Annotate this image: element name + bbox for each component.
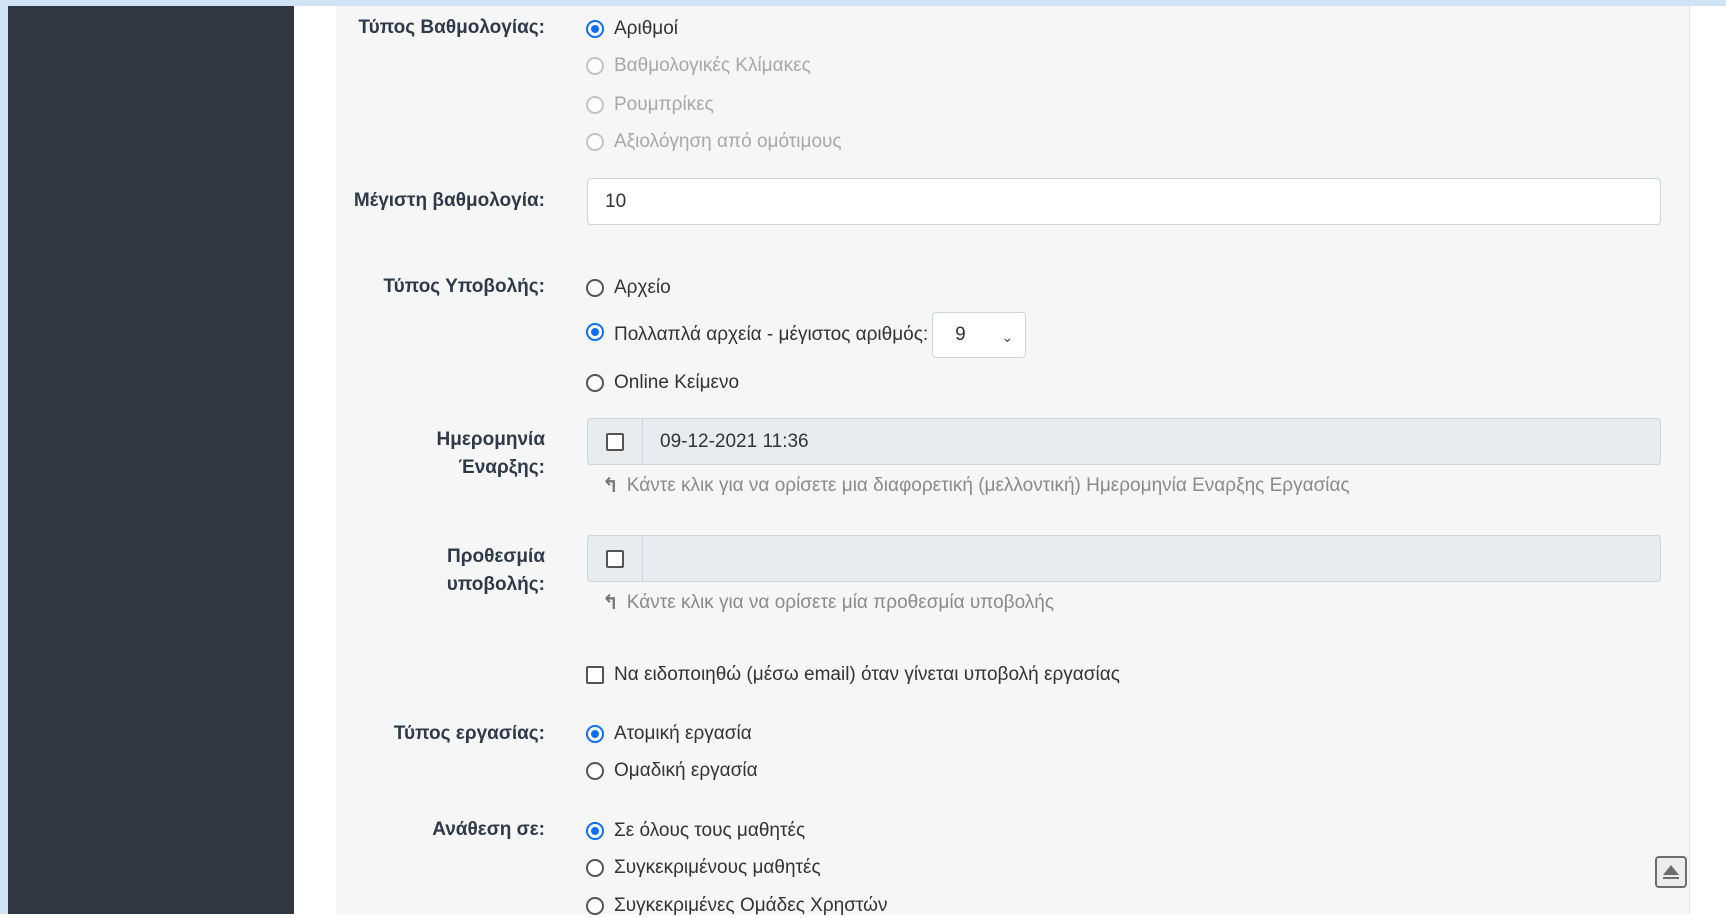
option-label: Συγκεκριμένους μαθητές [614,857,821,878]
assignment-option-individual[interactable]: Ατομική εργασία [586,722,752,746]
scroll-top-button[interactable] [1655,856,1687,888]
option-label: Ομαδική εργασία [614,760,758,781]
radio-icon[interactable] [586,897,604,915]
assign-option-all-students[interactable]: Σε όλους τους μαθητές [586,819,805,843]
deadline-hint: ↰ Κάντε κλικ για να ορίσετε μία προθεσμί… [602,590,1054,615]
submission-option-file[interactable]: Αρχείο [586,276,671,300]
sidebar [8,6,294,914]
grading-option-numbers[interactable]: Αριθμοί [586,17,678,41]
deadline-toggle[interactable] [588,536,643,581]
submission-option-multiple-files[interactable]: Πολλαπλά αρχεία - μέγιστος αριθμός: 9 ⌄ [586,312,1027,358]
hint-text: Κάντε κλικ για να ορίσετε μία προθεσμία … [626,591,1055,613]
radio-icon[interactable] [586,859,604,877]
grading-type-label: Τύπος Βαθμολογίας: [358,17,545,38]
notify-checkbox-row[interactable]: Να ειδοποιηθώ (μέσω email) όταν γίνεται … [586,663,1120,687]
start-date-field[interactable]: 09-12-2021 11:36 [587,418,1661,465]
hint-text: Κάντε κλικ για να ορίσετε μια διαφορετικ… [626,474,1350,496]
window-left-edge [0,0,8,914]
assign-option-user-groups[interactable]: Συγκεκριμένες Ομάδες Χρηστών [586,894,888,918]
assignment-option-group[interactable]: Ομαδική εργασία [586,759,758,783]
grading-option-scales: Βαθμολογικές Κλίμακες [586,54,811,78]
start-date-hint: ↰ Κάντε κλικ για να ορίσετε μια διαφορετ… [602,473,1350,498]
option-label: Πολλαπλά αρχεία - μέγιστος αριθμός: [614,324,929,345]
radio-icon [586,133,604,151]
submission-type-label: Τύπος Υποβολής: [383,276,545,297]
chevron-down-icon: ⌄ [1001,329,1014,345]
notify-label: Να ειδοποιηθώ (μέσω email) όταν γίνεται … [614,664,1120,685]
page-right-margin [1690,6,1726,914]
start-date-value[interactable]: 09-12-2021 11:36 [643,419,809,464]
hint-arrow-icon: ↰ [602,592,619,614]
grading-option-rubrics: Ρουμπρίκες [586,93,714,117]
radio-icon[interactable] [586,762,604,780]
deadline-field[interactable] [587,535,1661,582]
option-label: Αρχείο [614,277,671,298]
option-label: Αριθμοί [614,18,679,39]
radio-icon [586,57,604,75]
submission-option-online-text[interactable]: Online Κείμενο [586,371,739,395]
radio-icon[interactable] [586,374,604,392]
max-grade-label: Μέγιστη βαθμολογία: [353,190,545,211]
assignment-type-label: Τύπος εργασίας: [393,723,545,744]
start-date-toggle[interactable] [588,419,643,464]
checkbox-icon[interactable] [606,549,624,568]
content-gutter [294,6,336,914]
option-label: Online Κείμενο [614,372,740,393]
select-value: 9 [955,324,966,345]
max-files-select[interactable]: 9 ⌄ [932,312,1027,358]
radio-icon[interactable] [586,20,604,38]
option-label: Βαθμολογικές Κλίμακες [614,55,811,76]
option-label: Ατομική εργασία [614,723,752,744]
scroll-top-icon [1663,865,1679,879]
radio-icon[interactable] [586,323,604,341]
option-label: Συγκεκριμένες Ομάδες Χρηστών [614,895,888,916]
radio-icon[interactable] [586,725,604,743]
radio-icon [586,96,604,114]
checkbox-icon[interactable] [606,432,624,451]
option-label: Ρουμπρίκες [614,94,714,115]
deadline-value[interactable] [643,536,660,581]
start-date-label: Ημερομηνία Έναρξης: [436,429,545,478]
assign-option-specific-students[interactable]: Συγκεκριμένους μαθητές [586,856,821,880]
max-grade-input[interactable]: 10 [587,178,1661,225]
deadline-label: Προθεσμία υποβολής: [446,546,545,595]
checkbox-icon[interactable] [586,666,604,684]
option-label: Αξιολόγηση από ομότιμους [614,131,842,152]
radio-icon[interactable] [586,279,604,297]
radio-icon[interactable] [586,822,604,840]
option-label: Σε όλους τους μαθητές [614,820,806,841]
assign-to-label: Ανάθεση σε: [432,819,545,840]
grading-option-peer-review: Αξιολόγηση από ομότιμους [586,130,842,154]
hint-arrow-icon: ↰ [602,475,619,497]
